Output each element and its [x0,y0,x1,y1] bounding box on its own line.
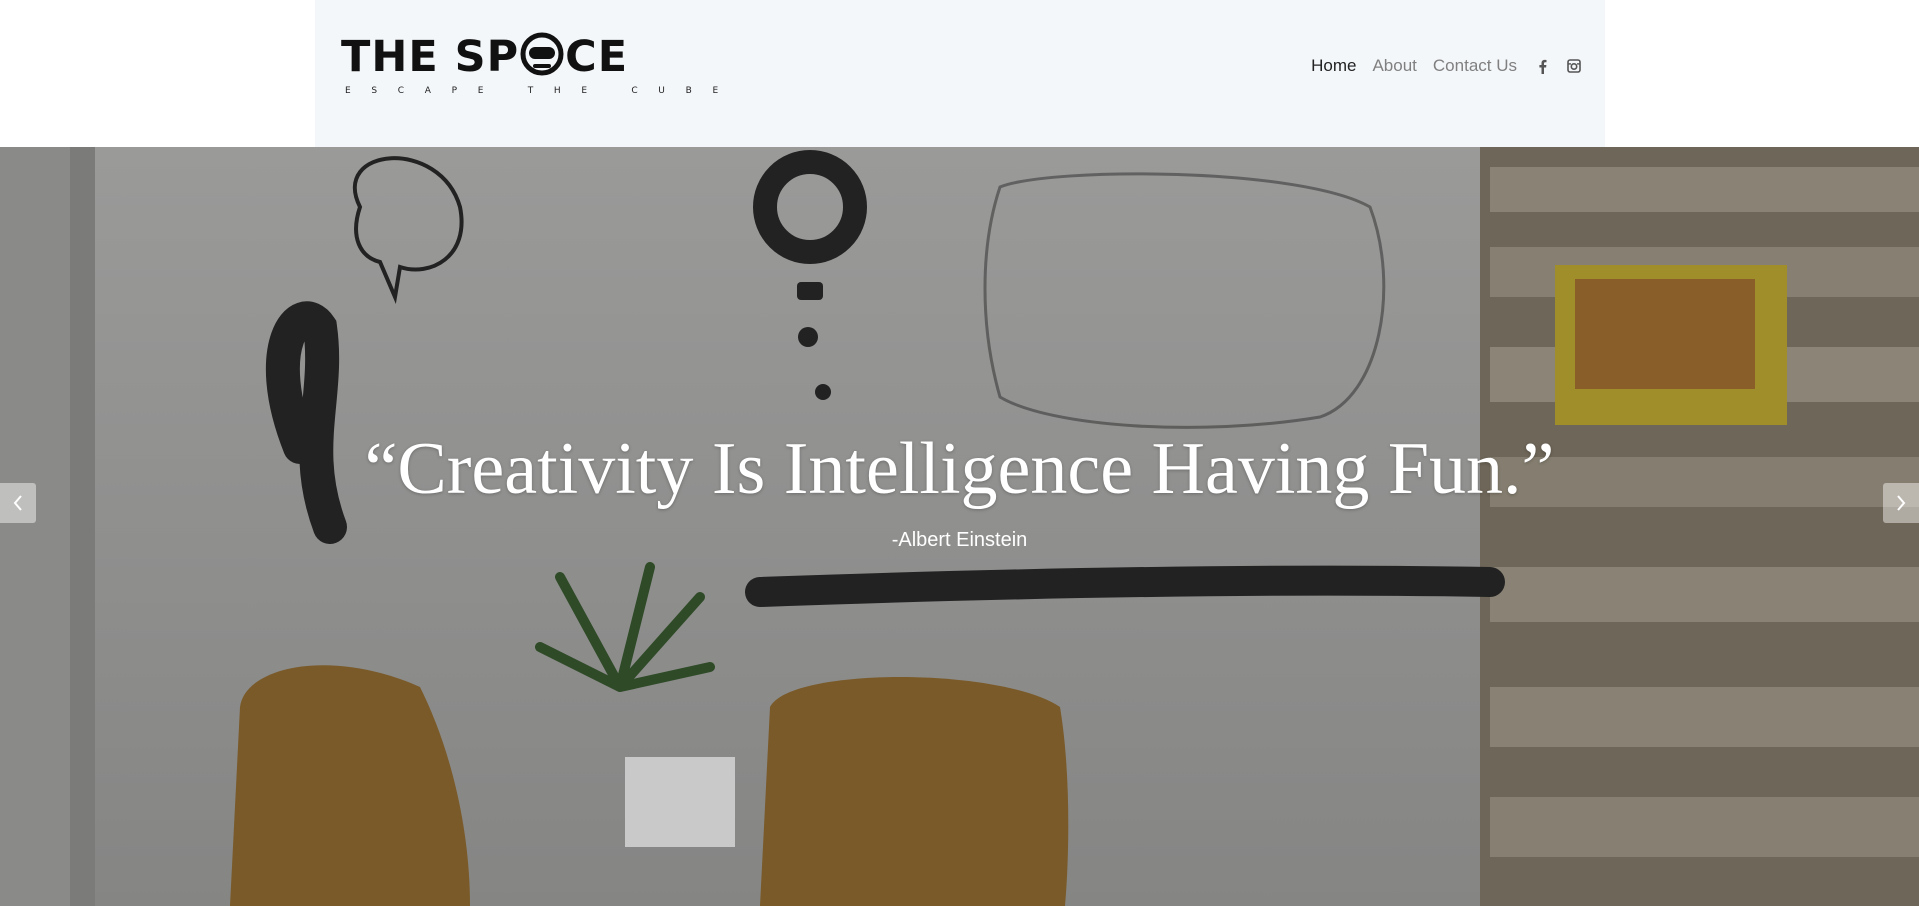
nav-contact-us[interactable]: Contact Us [1433,52,1517,80]
hero-quote: “Creativity Is Intelligence Having Fun.” [364,428,1555,510]
main-nav: Home About Contact Us [1295,52,1581,80]
hero-quote-author: -Albert Einstein [891,529,1028,551]
nav-home[interactable]: Home [1311,52,1356,80]
chevron-right-icon [1897,495,1906,511]
helmet-icon [520,32,564,76]
nav-about[interactable]: About [1372,52,1416,80]
chevron-left-icon [13,495,22,511]
slider-next-button[interactable] [1883,483,1919,523]
brand-logo[interactable]: THE SP CE ESCAPE THE CUBE [341,32,739,102]
logo-wordmark: THE SP CE [341,32,629,82]
instagram-icon[interactable] [1567,58,1581,74]
slider-prev-button[interactable] [0,483,36,523]
facebook-icon[interactable] [1535,58,1549,74]
hero-slider: “Creativity Is Intelligence Having Fun.”… [0,147,1919,906]
site-header: THE SP CE ESCAPE THE CUBE Home About Cont… [315,0,1605,147]
hero-background-image [0,147,1919,906]
logo-tagline: ESCAPE THE CUBE [345,86,739,96]
